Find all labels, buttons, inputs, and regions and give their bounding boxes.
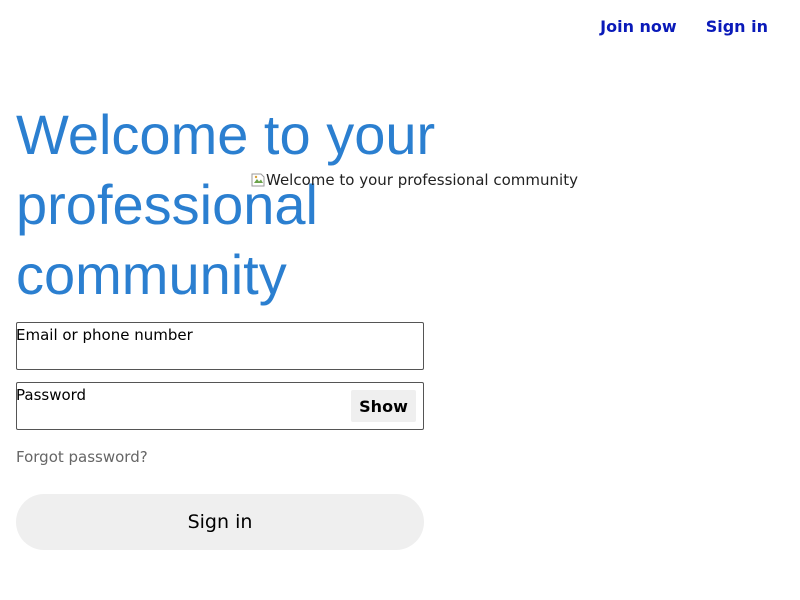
sign-in-button[interactable]: Sign in [16,494,424,550]
page: Join now Sign in Welcome to your profess… [0,0,800,600]
top-nav: Join now Sign in [600,17,768,37]
hero-image: Welcome to your professional community [250,170,578,190]
email-field[interactable]: Email or phone number [16,322,424,370]
email-field-label: Email or phone number [16,326,193,344]
password-field[interactable]: Password Show [16,382,424,430]
show-password-button[interactable]: Show [351,390,416,422]
header-sign-in-link[interactable]: Sign in [706,17,768,37]
password-field-label: Password [16,386,87,404]
page-headline: Welcome to your professional community [16,103,436,306]
broken-image-icon [250,172,266,188]
join-now-link[interactable]: Join now [600,17,677,37]
hero-image-alt-text: Welcome to your professional community [266,171,578,189]
password-input[interactable] [21,407,343,425]
forgot-password-link[interactable]: Forgot password? [16,447,148,467]
email-input[interactable] [21,347,419,365]
